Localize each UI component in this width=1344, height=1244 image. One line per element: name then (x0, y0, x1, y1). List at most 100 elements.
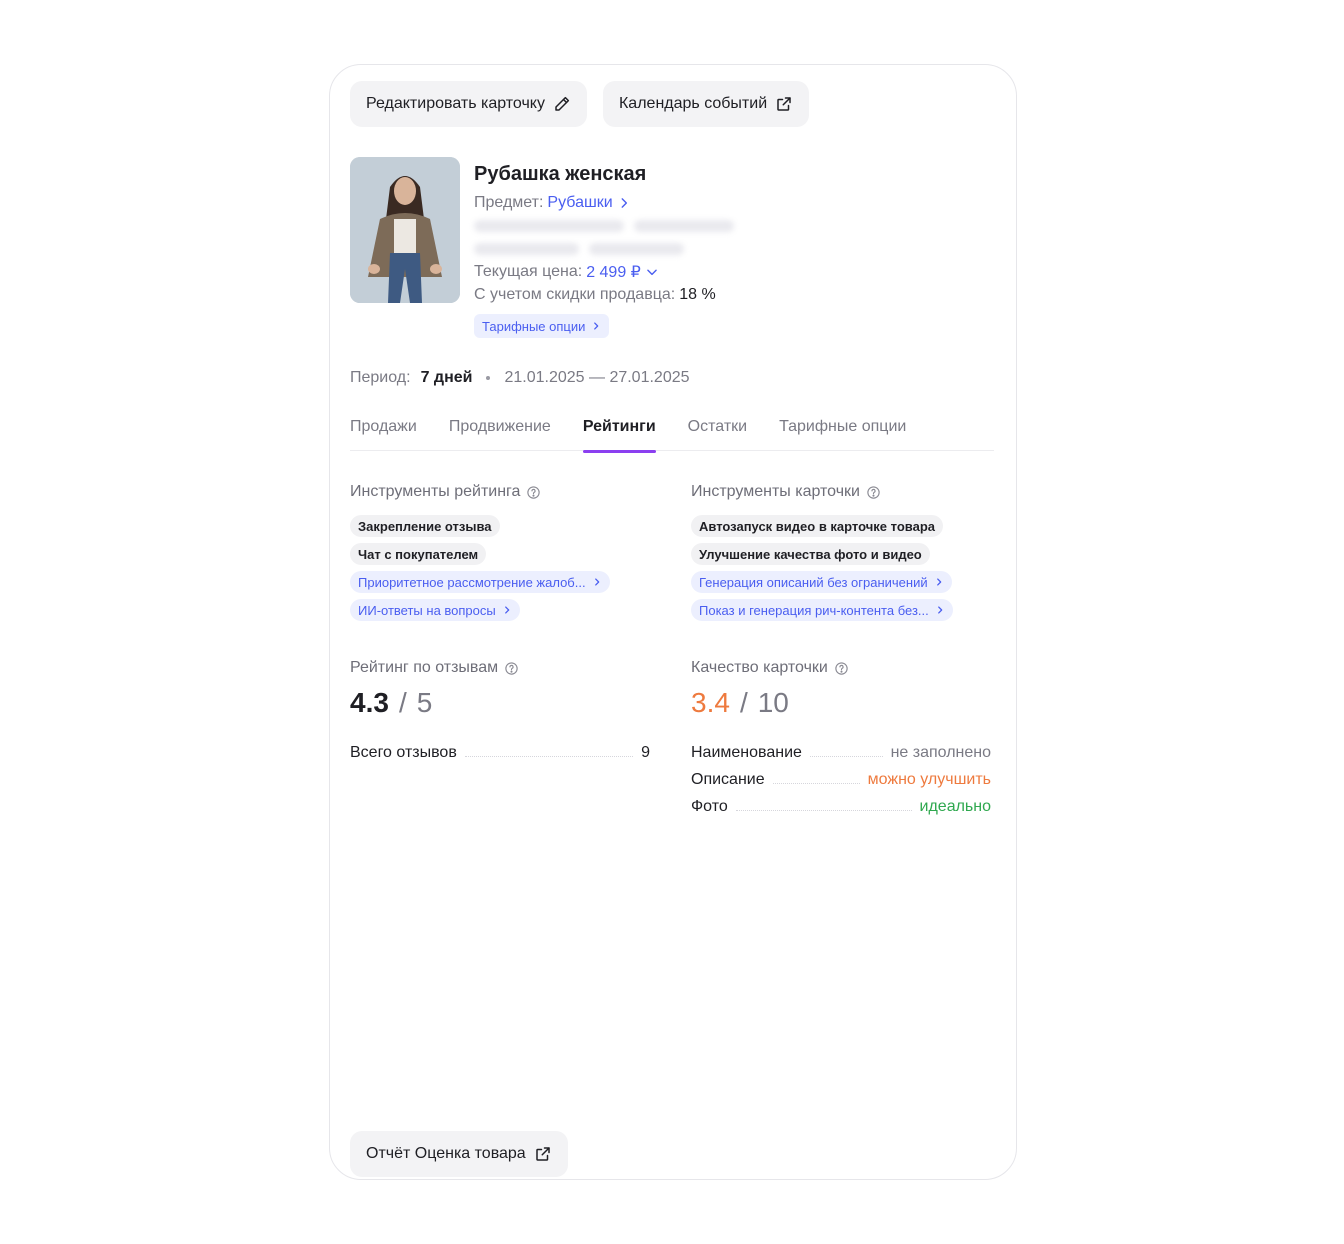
pencil-icon (555, 96, 570, 111)
product-photo[interactable] (350, 157, 460, 303)
review-stats: Всего отзывов 9 (350, 735, 650, 762)
product-subject-row: Предмет: Рубашки (474, 191, 974, 214)
edit-card-button[interactable]: Редактировать карточку (350, 81, 587, 127)
events-calendar-button[interactable]: Календарь событий (602, 81, 810, 127)
review-rating-section: Рейтинг по отзывам 4.3 / 5 Всего отзывов… (350, 657, 650, 762)
rating-tools-title-text: Инструменты рейтинга (350, 483, 521, 500)
subject-link[interactable]: Рубашки (547, 194, 630, 212)
stat-value: 9 (641, 744, 650, 761)
dotted-leader (809, 756, 883, 757)
panel-content: Редактировать карточку Календарь событий (350, 81, 994, 1177)
review-score: 4.3 / 5 (350, 687, 650, 725)
price-dropdown[interactable]: 2 499 ₽ (586, 262, 659, 282)
chip-ai-answers[interactable]: ИИ-ответы на вопросы (350, 599, 520, 621)
price-value: 2 499 ₽ (586, 263, 641, 281)
top-actions: Редактировать карточку Календарь событий (350, 81, 810, 127)
quality-stats: Наименование не заполнено Описание можно… (691, 735, 991, 816)
redacted-text (474, 242, 579, 255)
tab-tariff-options[interactable]: Тарифные опции (779, 415, 906, 451)
stat-value: идеально (919, 798, 991, 815)
quality-score-max: 10 (757, 687, 789, 718)
separator-dot (486, 376, 491, 380)
bottom-actions: Отчёт Оценка товара (350, 1131, 568, 1177)
product-summary: Рубашка женская Предмет: Рубашки Текущая… (350, 157, 994, 347)
chip-label: Генерация описаний без ограничений (699, 574, 928, 590)
help-icon[interactable] (504, 661, 519, 676)
review-score-max: 5 (416, 687, 433, 718)
stat-label: Всего отзывов (350, 744, 457, 761)
rating-tools-section: Инструменты рейтинга Закрепление отзыва … (350, 481, 650, 621)
chip-label: Приоритетное рассмотрение жалоб... (358, 574, 586, 590)
stat-row: Описание можно улучшить (691, 762, 991, 789)
chip-pin-review: Закрепление отзыва (350, 515, 500, 537)
stat-row: Всего отзывов 9 (350, 735, 650, 762)
tariff-options-label: Тарифные опции (482, 318, 586, 334)
chip-label: ИИ-ответы на вопросы (358, 602, 496, 618)
stat-row: Фото идеально (691, 789, 991, 816)
chip-rich-content[interactable]: Показ и генерация рич-контента без... (691, 599, 953, 621)
chip-description-generation[interactable]: Генерация описаний без ограничений (691, 571, 952, 593)
review-score-value: 4.3 (350, 687, 389, 718)
stat-value: можно улучшить (867, 771, 991, 788)
period-range: 21.01.2025 — 27.01.2025 (504, 369, 690, 386)
product-report-button[interactable]: Отчёт Оценка товара (350, 1131, 568, 1177)
edit-card-label: Редактировать карточку (366, 95, 545, 112)
product-info: Рубашка женская Предмет: Рубашки Текущая… (474, 163, 974, 338)
redacted-text (634, 219, 734, 232)
dotted-leader (772, 783, 860, 784)
subject-value: Рубашки (547, 193, 613, 211)
product-card-panel: Редактировать карточку Календарь событий (329, 64, 1017, 1180)
chevron-down-icon (647, 269, 657, 275)
help-icon[interactable] (526, 485, 541, 500)
chip-media-quality: Улучшение качества фото и видео (691, 543, 930, 565)
stat-label: Описание (691, 771, 765, 788)
review-rating-title: Рейтинг по отзывам (350, 657, 650, 679)
chevron-right-icon (936, 578, 941, 586)
product-title: Рубашка женская (474, 163, 647, 185)
tab-sales[interactable]: Продажи (350, 415, 417, 451)
card-tools-chips: Автозапуск видео в карточке товара Улучш… (691, 515, 991, 621)
chip-video-autoplay: Автозапуск видео в карточке товара (691, 515, 943, 537)
tab-ratings[interactable]: Рейтинги (582, 415, 656, 453)
discount-label: С учетом скидки продавца: (474, 285, 676, 303)
card-tools-section: Инструменты карточки Автозапуск видео в … (691, 481, 991, 621)
chip-priority-complaints[interactable]: Приоритетное рассмотрение жалоб... (350, 571, 610, 593)
period-value: 7 дней (420, 369, 473, 386)
card-quality-title-text: Качество карточки (691, 659, 828, 676)
chevron-right-icon (504, 606, 510, 614)
stat-label: Наименование (691, 744, 802, 761)
help-icon[interactable] (866, 485, 881, 500)
chip-label: Показ и генерация рич-контента без... (699, 602, 929, 618)
external-link-icon (535, 1147, 550, 1161)
tab-promotion[interactable]: Продвижение (449, 415, 551, 451)
chip-buyer-chat: Чат с покупателем (350, 543, 487, 565)
rating-tools-chips: Закрепление отзыва Чат с покупателем При… (350, 515, 650, 621)
period-label: Период: (350, 369, 411, 386)
product-report-label: Отчёт Оценка товара (366, 1145, 526, 1162)
card-tools-title: Инструменты карточки (691, 481, 991, 503)
tariff-options-badge[interactable]: Тарифные опции (474, 314, 610, 338)
section-tabs: Продажи Продвижение Рейтинги Остатки Тар… (350, 415, 994, 453)
product-price-row: Текущая цена: 2 499 ₽ (474, 260, 974, 283)
review-rating-title-text: Рейтинг по отзывам (350, 659, 499, 676)
score-separator: / (398, 687, 407, 718)
chevron-right-icon (937, 606, 943, 614)
stat-label: Фото (691, 798, 728, 815)
rating-tools-title: Инструменты рейтинга (350, 481, 650, 503)
external-link-icon (777, 97, 791, 111)
stat-value: не заполнено (890, 744, 991, 761)
card-quality-section: Качество карточки 3.4 / 10 Наименование … (691, 657, 991, 816)
card-tools-title-text: Инструменты карточки (691, 483, 860, 500)
events-calendar-label: Календарь событий (618, 95, 768, 112)
period-row: Период: 7 дней 21.01.2025 — 27.01.2025 (350, 369, 690, 387)
score-separator: / (739, 687, 748, 718)
help-icon[interactable] (834, 661, 849, 676)
quality-score: 3.4 / 10 (691, 687, 991, 725)
chevron-right-icon (594, 322, 599, 330)
card-quality-title: Качество карточки (691, 657, 991, 679)
discount-value: 18 % (679, 285, 716, 303)
tab-stock[interactable]: Остатки (688, 415, 747, 451)
price-label: Текущая цена: (474, 262, 583, 280)
chevron-right-icon (621, 197, 627, 208)
redacted-text (474, 219, 624, 232)
